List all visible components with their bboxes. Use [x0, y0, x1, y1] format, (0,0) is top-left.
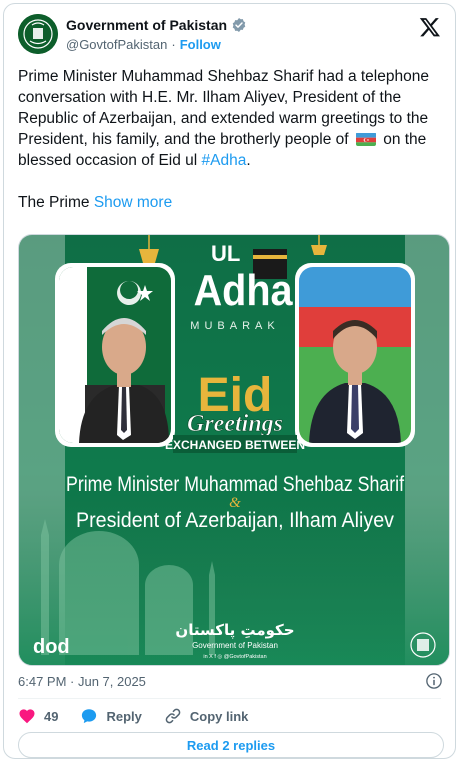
name-row: Government of Pakistan: [66, 17, 247, 33]
reply-icon: [82, 709, 97, 724]
tweet-text: Prime Minister Muhammad Shehbaz Sharif h…: [18, 66, 443, 213]
copy-link-label: Copy link: [189, 708, 249, 724]
footer-english-text: Government of Pakistan: [192, 641, 278, 650]
tweet-card: Government of Pakistan @GovtofPakistan ·…: [3, 3, 456, 759]
action-bar: 49 Reply Copy link: [18, 706, 270, 726]
copy-link-button[interactable]: Copy link: [164, 707, 249, 725]
x-logo-icon[interactable]: [419, 16, 441, 38]
tweet-body: Prime Minister Muhammad Shehbaz Sharif h…: [18, 66, 443, 171]
azerbaijan-flag-icon: [355, 132, 376, 146]
like-button[interactable]: 49: [18, 707, 58, 725]
tweet-truncated-text: The Prime: [18, 194, 90, 211]
heart-icon: [19, 709, 35, 724]
info-icon[interactable]: [425, 672, 443, 690]
adha-text: Adha: [194, 265, 294, 314]
handle[interactable]: @GovtofPakistan: [66, 37, 167, 52]
prime-minister-portrait: [59, 267, 171, 443]
tweet-timestamp[interactable]: 6:47 PM · Jun 7, 2025: [18, 674, 146, 689]
reply-button[interactable]: Reply: [80, 707, 142, 725]
reply-label: Reply: [106, 708, 142, 724]
mubarak-text: MUBARAK: [190, 320, 279, 332]
tweet-truncated-line: The Prime Show more: [18, 192, 443, 213]
follow-button[interactable]: Follow: [180, 37, 221, 52]
ul-text: UL: [211, 241, 240, 266]
read-replies-button[interactable]: Read 2 replies: [18, 732, 444, 758]
tweet-media-image[interactable]: UL Adha MUBARAK Eid Greetings EXCHANGED …: [18, 234, 450, 666]
president-portrait: [299, 267, 411, 443]
display-name[interactable]: Government of Pakistan: [66, 17, 227, 33]
pm-name-text: Prime Minister Muhammad Shehbaz Sharif: [66, 473, 404, 496]
president-name-text: President of Azerbaijan, Ilham Aliyev: [76, 509, 394, 532]
footer-urdu-text: حکومتِ پاکستان: [175, 621, 294, 640]
dod-logo-icon: dod: [33, 636, 70, 658]
show-more-link[interactable]: Show more: [94, 194, 172, 211]
tweet-text-part3: .: [246, 152, 251, 169]
verified-badge-icon: [232, 18, 246, 32]
separator: ·: [171, 37, 176, 52]
likes-count: 49: [44, 708, 59, 724]
greetings-text: Greetings: [187, 411, 283, 437]
handle-row: @GovtofPakistan · Follow: [66, 37, 221, 52]
svg-text:dod: dod: [33, 636, 70, 658]
footer-social-text: in X f ◎ @GovtofPakistan: [203, 654, 266, 660]
government-emblem-icon: [18, 14, 58, 54]
link-icon: [165, 708, 181, 724]
divider: [18, 698, 441, 699]
avatar[interactable]: [18, 14, 58, 54]
hashtag-link[interactable]: #Adha: [202, 152, 247, 169]
exchanged-between-text: EXCHANGED BETWEEN: [165, 438, 305, 452]
tweet-header: Government of Pakistan @GovtofPakistan ·…: [18, 14, 443, 56]
